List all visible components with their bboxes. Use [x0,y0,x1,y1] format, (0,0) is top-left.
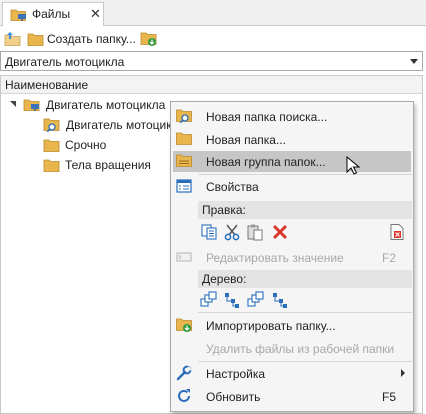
wrench-icon [176,365,192,381]
menu-separator [198,361,412,362]
expand-all-icon[interactable] [200,291,218,309]
expand-toggle-icon[interactable] [10,101,16,107]
folder-up-button[interactable] [4,29,22,49]
group-header-edit: Правка: [198,201,412,219]
folder-icon [27,33,44,46]
folder-up-icon [4,32,21,46]
tab-files[interactable]: Файлы ✕ [2,2,104,26]
import-folder-button[interactable] [140,29,158,49]
tree-node-label: Двигатель мотоцик [66,118,172,132]
menu-item-new-search-folder[interactable]: Новая папка поиска... [173,106,411,127]
menu-item-label: Новая папка поиска... [206,110,328,124]
menu-item-edit-value[interactable]: Редактировать значение F2 [173,247,411,268]
chevron-down-icon[interactable] [410,59,418,64]
menu-item-label: Новая папка... [206,133,286,147]
folder-group-icon [176,154,192,167]
menu-item-label: Настройка [206,367,266,381]
properties-icon [176,179,192,193]
menu-item-new-folder-group[interactable]: Новая группа папок... [173,151,411,172]
chevron-right-icon [401,369,405,377]
tab-label: Файлы [32,7,71,21]
toolbar: Создать папку... [0,27,426,51]
menu-item-import-folder[interactable]: Импортировать папку... [173,315,411,336]
menu-item-refresh[interactable]: Обновить F5 [173,386,411,407]
menu-item-shortcut: F2 [381,251,396,265]
folder-icon [176,132,192,145]
menu-item-properties[interactable]: Свойства [173,176,411,197]
tree-node-folder[interactable]: Тела вращения [43,155,151,175]
tree-structure-icon[interactable] [223,291,241,309]
menu-item-label: Удалить файлы из рабочей папки [206,342,395,356]
folder-select-value: Двигатель мотоцикла [5,55,125,69]
create-folder-label: Создать папку... [47,32,136,46]
column-header-label: Наименование [5,78,89,92]
rename-icon [176,252,192,262]
group-header-tree: Дерево: [198,270,412,288]
group-header-label: Правка: [202,203,246,217]
folder-import-icon [140,32,157,46]
folder-icon [43,159,60,172]
folder-search-icon [43,118,60,133]
menu-item-label: Редактировать значение [206,251,344,265]
tree-node-label: Срочно [65,138,107,152]
context-menu: Новая папка поиска... Новая папка... Нов… [170,101,414,412]
create-folder-button[interactable]: Создать папку... [27,29,136,49]
folder-computer-icon [23,99,40,111]
copy-icon[interactable] [200,223,218,241]
paste-icon[interactable] [246,223,264,241]
tree-node-label: Двигатель мотоцикла [46,98,166,112]
folder-select[interactable]: Двигатель мотоцикла [0,51,423,71]
menu-item-label: Импортировать папку... [206,319,336,333]
column-header-name[interactable]: Наименование [1,76,422,94]
tab-bar: Файлы ✕ [0,0,426,26]
mouse-cursor-icon [346,156,360,175]
tree-node-folder[interactable]: Срочно [43,135,106,155]
cut-icon[interactable] [223,223,241,241]
refresh-icon [178,389,190,402]
menu-item-label: Свойства [206,180,259,194]
close-icon[interactable]: ✕ [90,6,101,22]
folder-computer-icon [10,9,26,21]
delete-icon[interactable] [271,223,289,241]
folder-search-icon [176,109,192,124]
menu-item-label: Новая группа папок... [206,155,326,169]
menu-item-settings[interactable]: Настройка [173,363,411,384]
menu-item-label: Обновить [206,390,261,404]
tree-node-root[interactable]: Двигатель мотоцикла [23,95,165,115]
menu-separator [198,174,412,175]
menu-item-new-folder[interactable]: Новая папка... [173,129,411,150]
folder-import-icon [176,318,192,332]
collapse-all-icon[interactable] [247,291,265,309]
tree-node-label: Тела вращения [65,158,151,172]
menu-separator [198,312,412,313]
group-header-label: Дерево: [202,272,247,286]
tree-structure-icon[interactable] [271,291,289,309]
menu-item-shortcut: F5 [381,390,396,404]
tree-node-search-folder[interactable]: Двигатель мотоцик [43,115,171,135]
folder-icon [43,139,60,152]
menu-item-delete-files[interactable]: Удалить файлы из рабочей папки [173,338,411,359]
document-delete-icon[interactable] [388,223,406,241]
